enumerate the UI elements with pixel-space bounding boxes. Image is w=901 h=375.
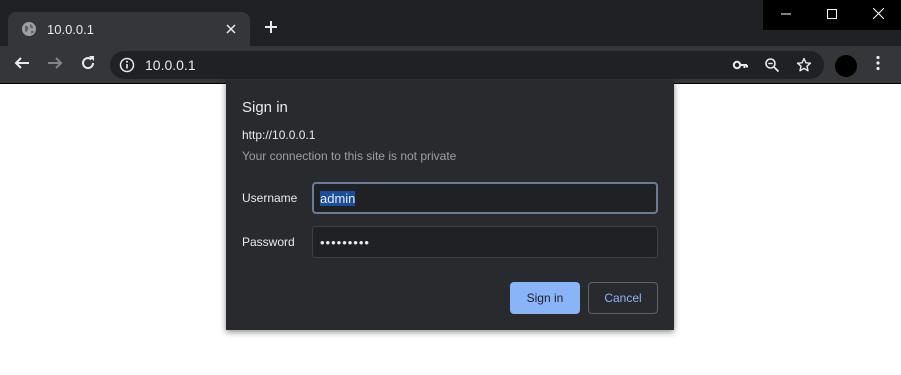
back-button[interactable] — [8, 51, 36, 79]
address-text: 10.0.0.1 — [145, 57, 196, 73]
window-controls — [763, 0, 901, 30]
sign-in-dialog: Sign in http://10.0.0.1 Your connection … — [226, 80, 674, 330]
tab-title: 10.0.0.1 — [47, 21, 94, 37]
reload-button[interactable] — [74, 51, 102, 79]
new-tab-button[interactable] — [258, 16, 284, 42]
forward-arrow-icon — [47, 55, 63, 76]
star-icon[interactable] — [792, 53, 816, 77]
dialog-origin: http://10.0.0.1 — [242, 128, 316, 142]
dialog-title: Sign in — [242, 99, 288, 116]
browser-menu-button[interactable] — [866, 53, 890, 77]
close-icon[interactable] — [222, 20, 240, 38]
close-icon — [872, 6, 884, 24]
username-field[interactable]: admin — [312, 182, 658, 214]
password-label: Password — [242, 235, 295, 249]
username-label: Username — [242, 191, 298, 205]
connection-warning: Your connection to this site is not priv… — [242, 149, 457, 163]
sign-in-button[interactable]: Sign in — [510, 282, 580, 314]
password-field[interactable]: ••••••••• — [312, 226, 658, 258]
kebab-menu-icon — [876, 55, 880, 76]
minimize-icon — [781, 6, 791, 24]
cancel-button[interactable]: Cancel — [588, 282, 658, 314]
profile-avatar[interactable] — [835, 55, 857, 77]
minimize-button[interactable] — [763, 0, 809, 30]
zoom-out-icon[interactable] — [760, 53, 784, 77]
browser-window: 10.0.0.1 10.0.0.1 Sign in http://10.0.0.… — [0, 0, 901, 375]
window-close-button[interactable] — [855, 0, 901, 30]
username-value: admin — [320, 190, 356, 206]
tab-strip: 10.0.0.1 — [0, 0, 901, 46]
reload-icon — [80, 55, 96, 76]
key-icon[interactable] — [728, 53, 752, 77]
browser-toolbar: 10.0.0.1 — [0, 46, 901, 84]
globe-icon — [21, 21, 37, 37]
maximize-button[interactable] — [809, 0, 855, 30]
browser-tab[interactable]: 10.0.0.1 — [8, 12, 250, 46]
info-icon[interactable] — [119, 57, 135, 73]
forward-button[interactable] — [41, 51, 69, 79]
plus-icon — [264, 20, 278, 39]
maximize-icon — [827, 6, 837, 24]
address-bar[interactable]: 10.0.0.1 — [110, 51, 824, 79]
back-arrow-icon — [14, 55, 30, 76]
password-value: ••••••••• — [320, 234, 370, 250]
